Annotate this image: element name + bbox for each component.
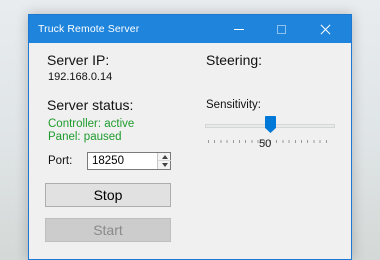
panel-status: Panel: paused <box>48 131 122 143</box>
start-button: Start <box>45 218 171 242</box>
minimize-button[interactable] <box>219 15 259 43</box>
server-status-label: Server status: <box>47 97 134 113</box>
arrow-up-icon <box>161 154 168 159</box>
close-icon <box>320 24 331 35</box>
sensitivity-value: 50 <box>259 138 272 150</box>
arrow-down-icon <box>161 163 168 167</box>
steering-label: Steering: <box>206 52 263 68</box>
close-button[interactable] <box>305 15 345 43</box>
server-ip-value: 192.168.0.14 <box>48 71 113 83</box>
app-window: Truck Remote Server Server IP: 192.168.0… <box>28 14 352 260</box>
port-label: Port: <box>48 155 73 167</box>
controller-status: Controller: active <box>48 118 135 130</box>
title-bar[interactable]: Truck Remote Server <box>29 15 351 43</box>
window-title: Truck Remote Server <box>38 23 140 35</box>
port-decrement-button[interactable] <box>158 161 171 169</box>
stop-button[interactable]: Stop <box>45 183 171 207</box>
minimize-icon <box>234 28 244 30</box>
slider-thumb[interactable] <box>265 116 276 133</box>
server-ip-label: Server IP: <box>47 52 110 68</box>
maximize-button[interactable] <box>261 15 301 43</box>
maximize-icon <box>276 24 286 34</box>
sensitivity-label: Sensitivity: <box>206 99 261 111</box>
port-increment-button[interactable] <box>158 153 171 161</box>
port-stepper[interactable] <box>157 153 171 169</box>
